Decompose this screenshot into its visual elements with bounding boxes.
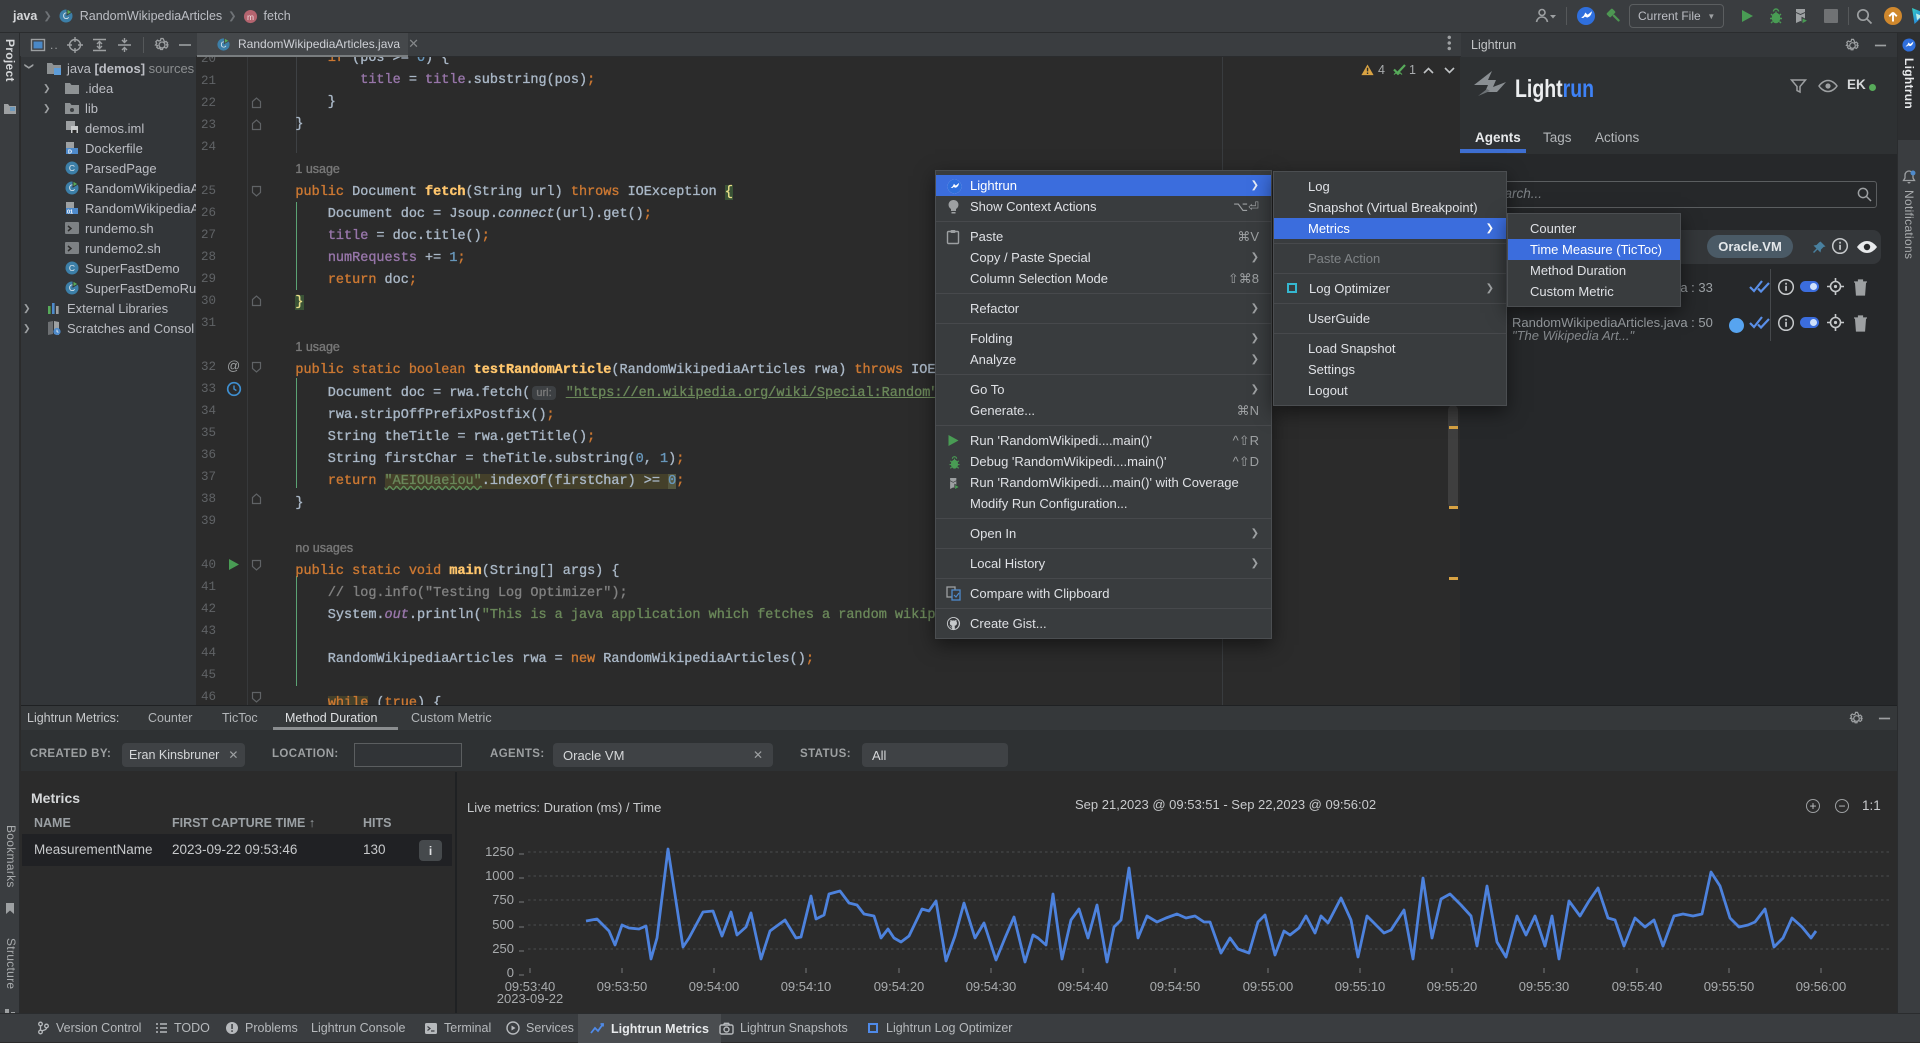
svg-text:09:56:00: 09:56:00 xyxy=(1796,979,1847,994)
svg-text:09:54:30: 09:54:30 xyxy=(966,979,1017,994)
svg-text:m: m xyxy=(247,11,254,21)
svg-text:C: C xyxy=(69,163,75,173)
svg-text:09:54:10: 09:54:10 xyxy=(781,979,832,994)
svg-text:09:54:50: 09:54:50 xyxy=(1150,979,1201,994)
svg-text:09:55:10: 09:55:10 xyxy=(1335,979,1386,994)
svg-text:500: 500 xyxy=(492,917,514,932)
svg-text:2023-09-22: 2023-09-22 xyxy=(497,991,564,1006)
svg-text:09:55:50: 09:55:50 xyxy=(1704,979,1755,994)
svg-text:1000: 1000 xyxy=(485,868,514,883)
svg-text:750: 750 xyxy=(492,892,514,907)
svg-text:D: D xyxy=(68,150,72,156)
svg-text:09:55:30: 09:55:30 xyxy=(1519,979,1570,994)
svg-text:1250: 1250 xyxy=(485,844,514,859)
svg-text:09:55:20: 09:55:20 xyxy=(1427,979,1478,994)
svg-text:09:55:00: 09:55:00 xyxy=(1243,979,1294,994)
svg-text:C: C xyxy=(69,263,75,273)
svg-text:09:54:20: 09:54:20 xyxy=(874,979,925,994)
svg-text:09:54:40: 09:54:40 xyxy=(1058,979,1109,994)
svg-text:09:53:50: 09:53:50 xyxy=(597,979,648,994)
svg-text:09:55:40: 09:55:40 xyxy=(1612,979,1663,994)
svg-text:01: 01 xyxy=(67,210,73,216)
svg-text:250: 250 xyxy=(492,941,514,956)
svg-text:0: 0 xyxy=(507,965,514,980)
svg-text:09:54:00: 09:54:00 xyxy=(689,979,740,994)
